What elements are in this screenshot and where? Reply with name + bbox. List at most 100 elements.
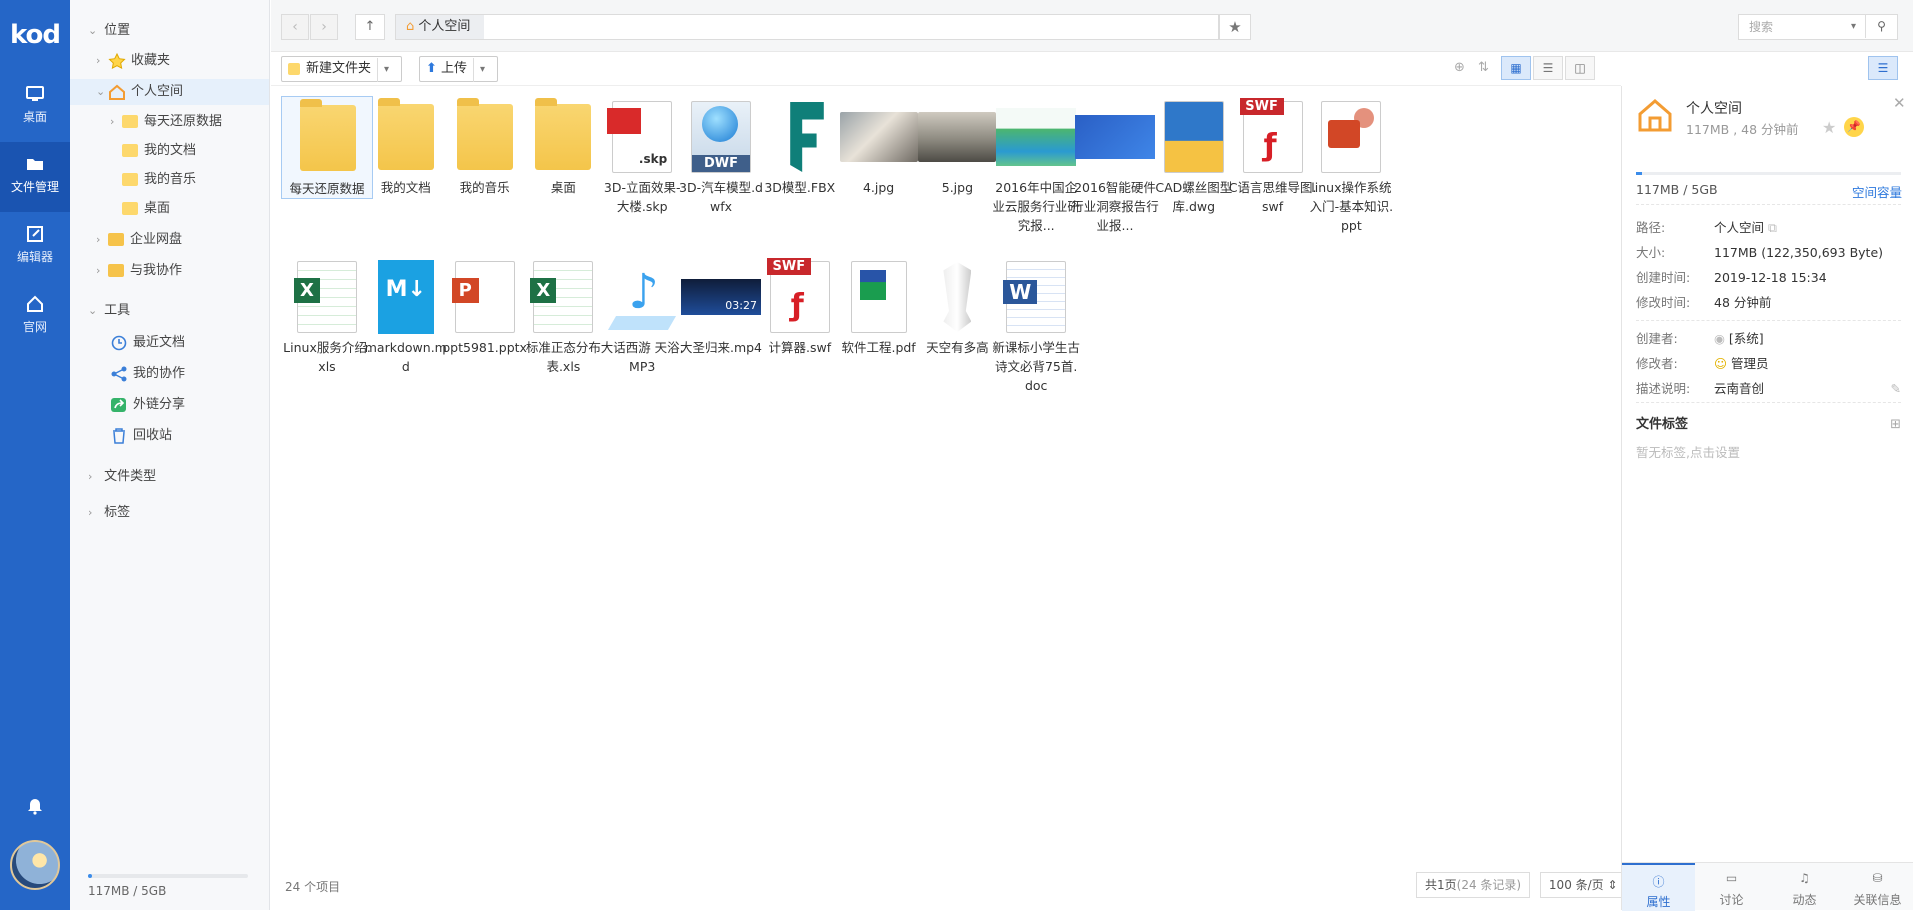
per-page-select[interactable]: 100 条/页 ⇕ bbox=[1539, 872, 1627, 898]
forward-button[interactable]: › bbox=[310, 14, 338, 40]
path-input[interactable]: ⌂ 个人空间 bbox=[395, 14, 1219, 40]
tree-item-share[interactable]: 外链分享 bbox=[110, 392, 185, 418]
info-panel-toggle[interactable]: ☰ bbox=[1868, 56, 1898, 80]
tab-related[interactable]: ⛁ 关联信息 bbox=[1841, 863, 1913, 911]
folder-icon bbox=[456, 98, 513, 170]
comment-icon: ▭ bbox=[1725, 871, 1738, 885]
tree-item-mycoop[interactable]: 我的协作 bbox=[110, 361, 185, 387]
tree-section-tags[interactable]: › 标签 bbox=[88, 500, 130, 526]
info-value: 117MB (122,350,693 Byte) bbox=[1714, 245, 1884, 260]
tab-activity[interactable]: ♫ 动态 bbox=[1768, 863, 1841, 911]
info-row-size: 大小: 117MB (122,350,693 Byte) bbox=[1636, 244, 1883, 262]
back-button[interactable]: ‹ bbox=[281, 14, 309, 40]
sort-icon[interactable]: ⇅ bbox=[1478, 60, 1489, 75]
chevron-right-icon: › bbox=[96, 54, 101, 67]
info-value: 管理员 bbox=[1731, 356, 1769, 371]
tree-item-child[interactable]: › 每天还原数据 bbox=[110, 109, 222, 135]
grid-view-button[interactable]: ▦ bbox=[1501, 56, 1531, 80]
tree-label: 个人空间 bbox=[131, 84, 184, 99]
rail-item-website[interactable]: 官网 bbox=[0, 282, 70, 352]
upload-icon: ⬆ bbox=[426, 61, 437, 76]
up-button[interactable]: ↑ bbox=[355, 14, 385, 40]
quota-bar bbox=[88, 874, 248, 878]
star-icon[interactable]: ★ bbox=[1822, 118, 1836, 137]
tree-item-enterprise[interactable]: › 企业网盘 bbox=[96, 227, 182, 253]
pagination: 共1页(24 条记录) 100 条/页 ⇕ bbox=[1410, 872, 1627, 898]
pin-icon[interactable]: 📌 bbox=[1844, 117, 1864, 137]
tree-label: 标签 bbox=[104, 505, 131, 520]
rail-label: 文件管理 bbox=[10, 180, 59, 194]
tags-hint[interactable]: 暂无标签,点击设置 bbox=[1636, 444, 1740, 462]
tree-section-location[interactable]: ⌄ 位置 bbox=[88, 18, 130, 44]
rocket-icon bbox=[943, 262, 972, 332]
add-tag-icon[interactable]: ⊞ bbox=[1890, 416, 1901, 434]
chevron-down-icon[interactable]: ▾ bbox=[377, 58, 395, 82]
copy-icon[interactable]: ⧉ bbox=[1768, 220, 1777, 235]
rail-item-desktop[interactable]: 桌面 bbox=[0, 72, 70, 142]
link-share-icon bbox=[111, 397, 126, 412]
chevron-down-icon[interactable]: ▾ bbox=[1851, 15, 1856, 39]
file-item[interactable]: W 新课标小学生古诗文必背75首.doc bbox=[990, 256, 1082, 395]
folder-icon bbox=[122, 144, 138, 157]
tree-section-filetypes[interactable]: › 文件类型 bbox=[88, 464, 156, 490]
file-icon-label: P bbox=[451, 278, 479, 303]
file-icon-label: DWF bbox=[692, 155, 750, 172]
new-folder-label: 新建文件夹 bbox=[306, 61, 372, 76]
tree-item-personal[interactable]: ⌄ 个人空间 bbox=[70, 79, 269, 105]
close-icon[interactable]: ✕ bbox=[1893, 94, 1906, 112]
tree-label: 我的协作 bbox=[133, 366, 186, 381]
chevron-right-icon: › bbox=[110, 115, 115, 128]
search-icon[interactable]: ⚲ bbox=[1865, 14, 1897, 38]
tab-label: 讨论 bbox=[1719, 893, 1744, 907]
avatar[interactable] bbox=[10, 840, 60, 890]
tab-discussion[interactable]: ▭ 讨论 bbox=[1695, 863, 1768, 911]
file-thumbnail bbox=[1305, 96, 1397, 178]
list-view-button[interactable]: ☰ bbox=[1533, 56, 1563, 80]
file-icon-label: .skp bbox=[638, 152, 668, 166]
info-row-description[interactable]: 描述说明: 云南音创 ✎ bbox=[1636, 380, 1901, 403]
info-key: 修改者: bbox=[1636, 356, 1678, 371]
rail-item-editor[interactable]: 编辑器 bbox=[0, 212, 70, 282]
excel-file-icon: X bbox=[294, 261, 357, 333]
folder-icon bbox=[122, 202, 138, 215]
info-key: 描述说明: bbox=[1636, 381, 1691, 396]
search-input[interactable]: 搜索 ▾ ⚲ bbox=[1738, 14, 1898, 40]
tree-label: 企业网盘 bbox=[130, 232, 183, 247]
info-row-modified: 修改时间: 48 分钟前 bbox=[1636, 294, 1771, 312]
zoom-icon[interactable]: ⊕ bbox=[1454, 60, 1465, 75]
chevron-down-icon[interactable]: ▾ bbox=[473, 58, 491, 82]
tree-item-child[interactable]: 我的音乐 bbox=[122, 167, 196, 193]
tree-item-recycle[interactable]: 回收站 bbox=[110, 423, 172, 449]
file-icon-label: X bbox=[294, 278, 320, 303]
tree-label: 文件类型 bbox=[104, 469, 157, 484]
rail-item-file-manager[interactable]: 文件管理 bbox=[0, 142, 70, 212]
bell-icon[interactable] bbox=[25, 795, 45, 815]
upload-button[interactable]: ⬆ 上传 ▾ bbox=[419, 56, 499, 82]
file-item[interactable]: linux操作系统入门-基本知识.ppt bbox=[1305, 96, 1397, 235]
tree-item-favorites[interactable]: › 收藏夹 bbox=[96, 48, 170, 74]
dwg-file-icon bbox=[1163, 101, 1224, 173]
tree-item-child[interactable]: 桌面 bbox=[122, 196, 170, 222]
info-row-created: 创建时间: 2019-12-18 15:34 bbox=[1636, 269, 1827, 287]
file-name: 每天还原数据 bbox=[289, 181, 365, 196]
enterprise-folder-icon bbox=[108, 233, 124, 246]
kod-logo[interactable]: kod bbox=[0, 0, 70, 70]
folder-icon bbox=[122, 115, 138, 128]
toolbar: 新建文件夹 ▾ ⬆ 上传 ▾ ⊕ ⇅ ▦ ☰ ◫ bbox=[271, 52, 1621, 86]
tab-properties[interactable]: ⓘ 属性 bbox=[1622, 863, 1695, 911]
folder-icon bbox=[27, 159, 43, 170]
breadcrumb[interactable]: ⌂ 个人空间 bbox=[396, 15, 485, 39]
tree-section-tools[interactable]: ⌄ 工具 bbox=[88, 298, 130, 324]
pencil-icon[interactable]: ✎ bbox=[1891, 380, 1901, 398]
split-view-button[interactable]: ◫ bbox=[1565, 56, 1595, 80]
tree-item-recent[interactable]: 最近文档 bbox=[110, 330, 185, 356]
file-icon-label: SWF bbox=[1239, 98, 1284, 115]
favorite-button[interactable]: ★ bbox=[1219, 14, 1251, 40]
quota-link[interactable]: 空间容量 bbox=[1852, 182, 1902, 201]
new-folder-button[interactable]: 新建文件夹 ▾ bbox=[281, 56, 403, 82]
tree-item-coop[interactable]: › 与我协作 bbox=[96, 258, 182, 284]
tree-item-child[interactable]: 我的文档 bbox=[122, 138, 196, 164]
info-subtitle: 117MB , 48 分钟前 bbox=[1686, 122, 1799, 137]
chevron-down-icon: ⌄ bbox=[96, 85, 106, 98]
file-icon-label: X bbox=[530, 278, 557, 303]
